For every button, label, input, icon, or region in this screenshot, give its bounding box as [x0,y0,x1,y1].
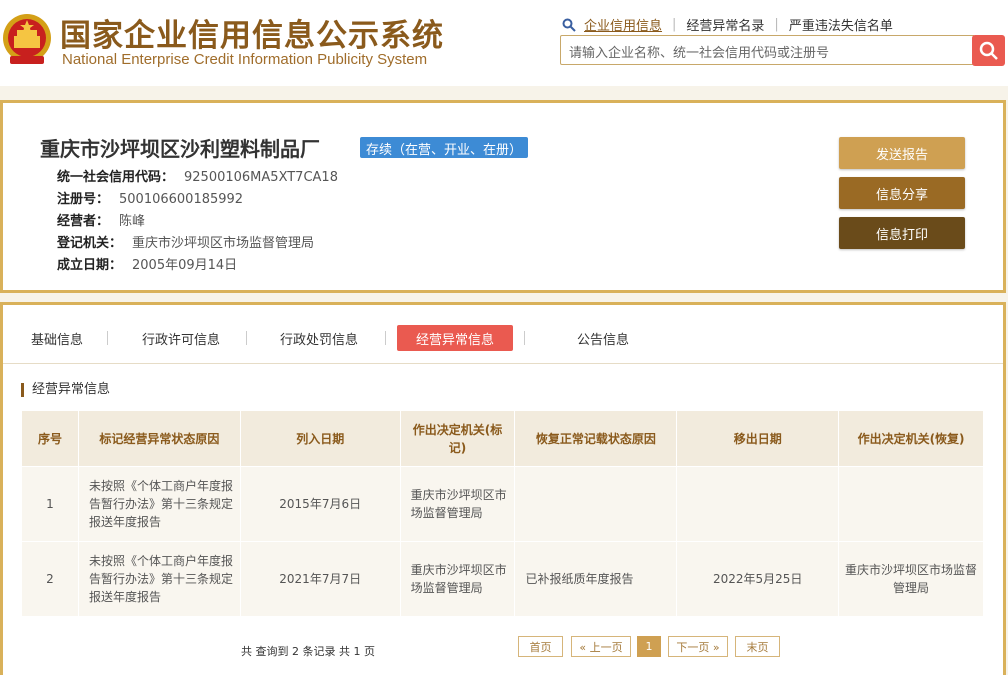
info-label: 注册号： [57,192,110,207]
info-value: 500106600185992 [119,192,244,207]
info-value: 重庆市沙坪坝区市场监督管理局 [132,236,315,251]
tab-bar: 基础信息 行政许可信息 行政处罚信息 经营异常信息 公告信息 [3,321,1003,364]
search-input[interactable]: 请输入企业名称、统一社会信用代码或注册号 [560,35,974,65]
tab-separator [524,331,525,345]
last-page-button[interactable]: 末页 [735,636,780,657]
info-reg-no: 注册号： 500106600185992 [57,188,243,207]
info-label: 经营者： [57,214,110,229]
table-row: 1 未按照《个体工商户年度报告暂行办法》第十三条规定报送年度报告 2015年7月… [21,466,984,542]
tab-announcement[interactable]: 公告信息 [558,325,648,351]
status-badge: 存续（在营、开业、在册） [360,137,529,158]
page-number-current[interactable]: 1 [637,636,661,657]
tab-separator [107,331,108,345]
cell-restore-authority [838,466,984,542]
info-operator: 经营者： 陈峰 [57,210,145,229]
nav-separator: | [774,17,779,32]
print-info-button[interactable]: 信息打印 [839,217,965,249]
tab-underline [3,363,1003,364]
cell-reason: 未按照《个体工商户年度报告暂行办法》第十三条规定报送年度报告 [77,541,241,617]
section-title: 经营异常信息 [21,383,110,397]
nav-link-abnormal-list[interactable]: 经营异常名录 [686,15,764,34]
top-nav: 企业信用信息 | 经营异常名录 | 严重违法失信名单 [562,15,893,34]
info-value: 92500106MA5XT7CA18 [184,170,338,185]
tab-separator [385,331,386,345]
col-header-listed-date: 列入日期 [239,410,401,467]
info-label: 统一社会信用代码： [57,170,175,185]
col-header-restore-authority: 作出决定机关(恢复) [838,410,984,467]
cell-listed-date: 2015年7月6日 [239,466,401,542]
search-button[interactable] [972,35,1005,66]
company-card: 重庆市沙坪坝区沙利塑料制品厂 存续（在营、开业、在册） 统一社会信用代码： 925… [0,100,1006,293]
cell-listed-date: 2021年7月7日 [239,541,401,617]
prev-page-button[interactable]: « 上一页 [571,636,631,657]
col-header-restore-reason: 恢复正常记载状态原因 [514,410,678,467]
col-header-index: 序号 [21,410,79,467]
cell-mark-authority: 重庆市沙坪坝区市场监督管理局 [399,541,516,617]
info-label: 成立日期： [57,258,123,273]
table-header-row: 序号 标记经营异常状态原因 列入日期 作出决定机关(标记) 恢复正常记载状态原因… [21,410,984,467]
cell-index: 1 [21,466,79,542]
info-value: 2005年09月14日 [132,258,238,273]
tab-separator [246,331,247,345]
share-info-button[interactable]: 信息分享 [839,177,965,209]
cell-mark-authority: 重庆市沙坪坝区市场监督管理局 [399,466,516,542]
info-label: 登记机关： [57,236,123,251]
search-icon [562,18,576,32]
col-header-reason: 标记经营异常状态原因 [77,410,241,467]
abnormal-table: 序号 标记经营异常状态原因 列入日期 作出决定机关(标记) 恢复正常记载状态原因… [21,410,984,617]
site-header: 国家企业信用信息公示系统 National Enterprise Credit … [0,0,1008,86]
cell-reason: 未按照《个体工商户年度报告暂行办法》第十三条规定报送年度报告 [77,466,241,542]
detail-panel: 基础信息 行政许可信息 行政处罚信息 经营异常信息 公告信息 经营异常信息 序号… [0,302,1006,675]
info-authority: 登记机关： 重庆市沙坪坝区市场监督管理局 [57,232,314,251]
info-value: 陈峰 [119,214,146,229]
cell-removed-date: 2022年5月25日 [676,541,840,617]
tab-basic-info[interactable]: 基础信息 [17,325,97,351]
site-title-en: National Enterprise Credit Information P… [62,51,428,68]
cell-restore-reason [514,466,678,542]
info-credit-code: 统一社会信用代码： 92500106MA5XT7CA18 [57,166,338,185]
search-icon [979,41,998,60]
cell-removed-date [676,466,840,542]
col-header-removed-date: 移出日期 [676,410,840,467]
info-established: 成立日期： 2005年09月14日 [57,254,237,273]
header-divider [0,86,1008,98]
nav-link-blacklist[interactable]: 严重违法失信名单 [789,15,893,34]
tab-admin-penalty[interactable]: 行政处罚信息 [263,325,375,351]
next-page-button[interactable]: 下一页 » [668,636,728,657]
nav-separator: | [672,17,677,32]
tab-admin-license[interactable]: 行政许可信息 [125,325,237,351]
pagination-summary: 共 查询到 2 条记录 共 1 页 [241,645,375,658]
table-row: 2 未按照《个体工商户年度报告暂行办法》第十三条规定报送年度报告 2021年7月… [21,541,984,617]
nav-link-credit-info[interactable]: 企业信用信息 [584,15,662,34]
company-name: 重庆市沙坪坝区沙利塑料制品厂 [40,137,320,161]
col-header-mark-authority: 作出决定机关(标记) [399,410,516,467]
national-emblem-icon [3,14,51,64]
tab-abnormal-info[interactable]: 经营异常信息 [397,325,513,351]
send-report-button[interactable]: 发送报告 [839,137,965,169]
cell-restore-authority: 重庆市沙坪坝区市场监督管理局 [838,541,984,617]
cell-restore-reason: 已补报纸质年度报告 [514,541,678,617]
cell-index: 2 [21,541,79,617]
site-title-cn: 国家企业信用信息公示系统 [60,18,444,54]
first-page-button[interactable]: 首页 [518,636,563,657]
